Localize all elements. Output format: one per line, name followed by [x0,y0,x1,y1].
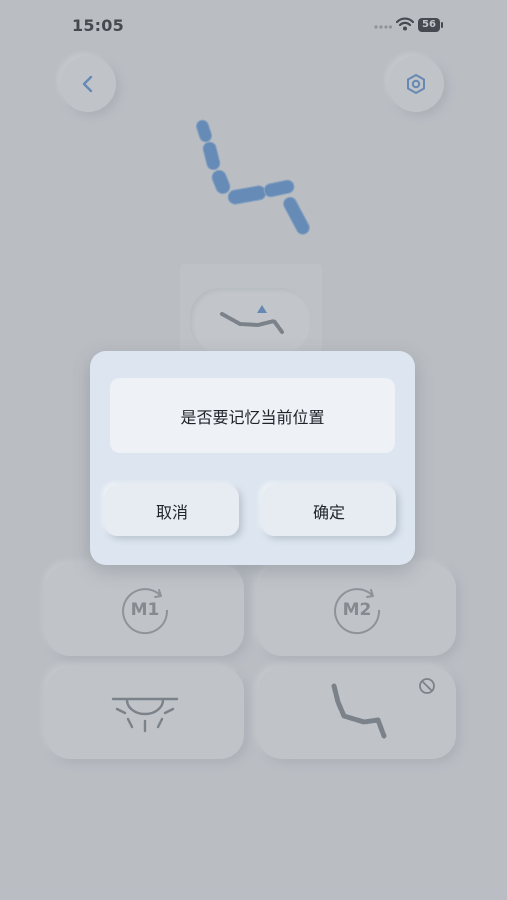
dialog-message: 是否要记忆当前位置 [110,378,395,453]
save-position-dialog: 是否要记忆当前位置 取消 确定 [90,351,415,565]
confirm-button[interactable]: 确定 [262,485,396,536]
cancel-button[interactable]: 取消 [105,485,239,536]
